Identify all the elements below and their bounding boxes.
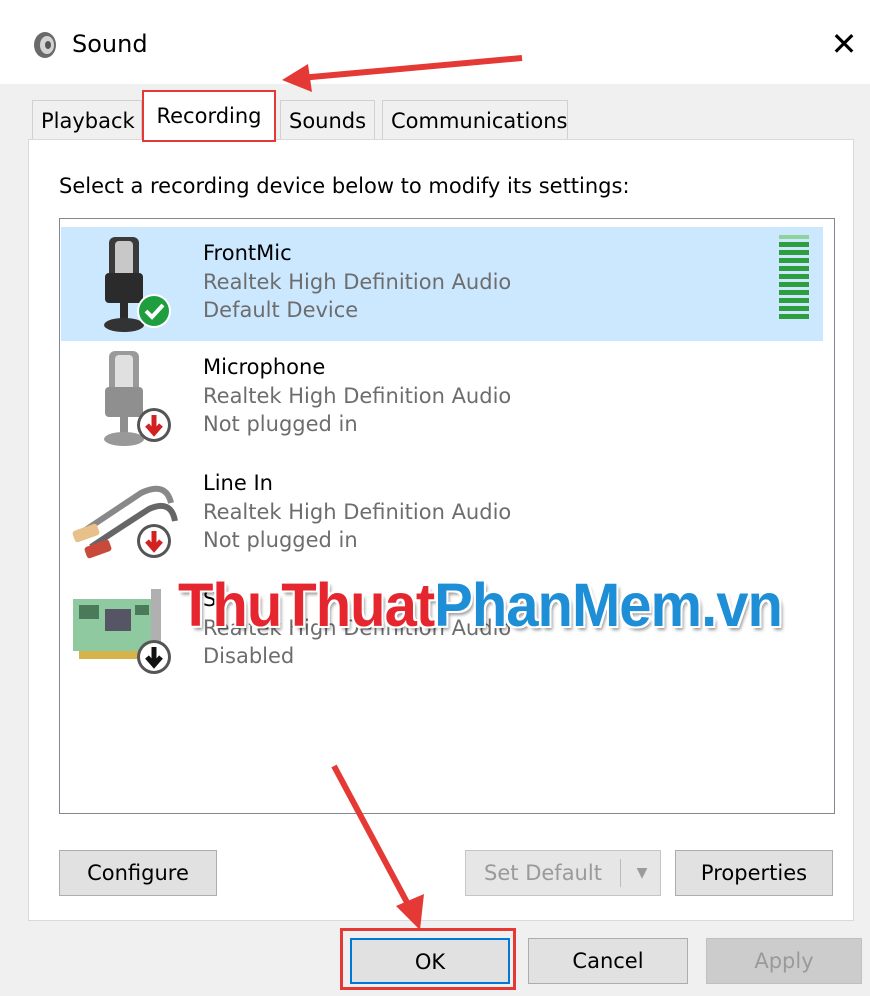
microphone-icon bbox=[104, 351, 171, 446]
speaker-icon bbox=[34, 32, 56, 58]
apply-button[interactable]: Apply bbox=[706, 938, 862, 984]
device-status: Not plugged in bbox=[203, 412, 358, 436]
level-meter bbox=[779, 235, 809, 319]
device-list[interactable]: FrontMic Realtek High Definition Audio D… bbox=[59, 218, 835, 814]
instruction-text: Select a recording device below to modif… bbox=[59, 174, 630, 198]
title-bar: Sound ✕ bbox=[0, 0, 870, 84]
split-divider bbox=[620, 859, 621, 887]
check-badge-icon bbox=[139, 296, 169, 326]
ok-button[interactable]: OK bbox=[350, 938, 510, 984]
close-icon: ✕ bbox=[830, 25, 858, 63]
device-driver: Realtek High Definition Audio bbox=[203, 270, 512, 294]
device-status: Disabled bbox=[203, 644, 295, 668]
watermark-part2: PhanMem.vn bbox=[434, 571, 783, 640]
watermark: ThuThuatPhanMem.vn bbox=[178, 570, 783, 640]
device-name: Line In bbox=[203, 471, 273, 495]
tab-recording[interactable]: Recording bbox=[142, 90, 276, 142]
device-name: Microphone bbox=[203, 355, 326, 379]
device-name: FrontMic bbox=[203, 241, 292, 265]
rca-cable-icon bbox=[72, 485, 178, 559]
window-title: Sound bbox=[72, 30, 148, 58]
close-button[interactable]: ✕ bbox=[824, 24, 864, 64]
set-default-label: Set Default bbox=[484, 861, 602, 885]
sound-card-icon bbox=[73, 589, 171, 674]
device-status: Not plugged in bbox=[203, 528, 358, 552]
tab-sounds[interactable]: Sounds bbox=[280, 100, 375, 140]
set-default-button[interactable]: Set Default ▼ bbox=[465, 850, 661, 896]
chevron-down-icon[interactable]: ▼ bbox=[626, 851, 658, 895]
device-driver: Realtek High Definition Audio bbox=[203, 384, 512, 408]
device-item-microphone[interactable]: Microphone Realtek High Definition Audio… bbox=[61, 341, 823, 455]
device-item-line-in[interactable]: Line In Realtek High Definition Audio No… bbox=[61, 457, 823, 571]
device-status: Default Device bbox=[203, 298, 359, 322]
configure-button[interactable]: Configure bbox=[59, 850, 217, 896]
cancel-button[interactable]: Cancel bbox=[528, 938, 688, 984]
device-item-frontmic[interactable]: FrontMic Realtek High Definition Audio D… bbox=[61, 227, 823, 341]
properties-button[interactable]: Properties bbox=[675, 850, 833, 896]
device-driver: Realtek High Definition Audio bbox=[203, 500, 512, 524]
tab-communications[interactable]: Communications bbox=[382, 100, 568, 140]
recording-panel: Select a recording device below to modif… bbox=[28, 139, 854, 921]
watermark-part1: ThuThuat bbox=[178, 571, 435, 640]
microphone-icon bbox=[104, 237, 171, 332]
tab-playback[interactable]: Playback bbox=[32, 100, 142, 140]
